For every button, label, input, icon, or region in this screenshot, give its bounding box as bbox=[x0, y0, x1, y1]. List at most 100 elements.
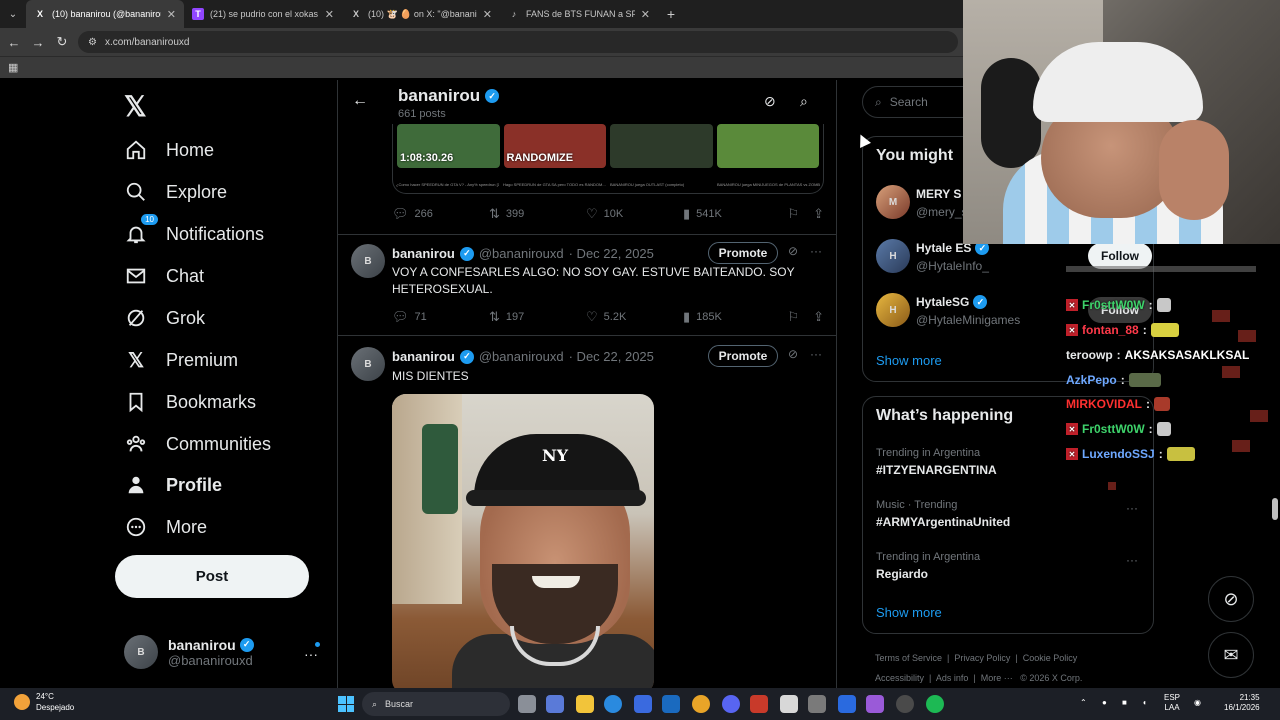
sidebar-item-bookmarks[interactable]: Bookmarks bbox=[124, 383, 256, 421]
sidebar-item-more[interactable]: More bbox=[124, 508, 207, 546]
task-view-icon[interactable] bbox=[518, 695, 536, 713]
bookmark-icon[interactable]: ⚐ bbox=[787, 206, 799, 222]
clock[interactable]: 21:35 16/1/2026 bbox=[1224, 693, 1260, 713]
weather-widget[interactable]: 24°C Despejado bbox=[14, 691, 74, 713]
grok-icon[interactable]: ⊘ bbox=[764, 93, 776, 110]
trend-item[interactable]: Trending in Argentina Regiardo ··· bbox=[876, 551, 1146, 581]
forward-icon[interactable]: → bbox=[30, 34, 46, 50]
app-icon[interactable] bbox=[866, 695, 884, 713]
video-thumbnail[interactable]: RANDOMIZE bbox=[503, 124, 606, 168]
video-thumbnail[interactable]: 1:08:30.26 bbox=[397, 124, 500, 168]
close-tab-icon[interactable]: ✕ bbox=[325, 8, 334, 21]
more-icon[interactable]: ··· bbox=[1126, 553, 1138, 567]
post-author-handle[interactable]: @bananirouxd bbox=[479, 246, 564, 261]
repost-button[interactable]: ⇅ 399 bbox=[489, 206, 586, 222]
post-button[interactable]: Post bbox=[115, 555, 309, 598]
promote-button[interactable]: Promote bbox=[708, 345, 778, 367]
footer-link[interactable]: Privacy Policy bbox=[954, 653, 1010, 663]
sidebar-item-explore[interactable]: Explore bbox=[124, 173, 227, 211]
avatar[interactable]: B bbox=[351, 347, 385, 381]
chrome-icon[interactable] bbox=[692, 695, 710, 713]
close-tab-icon[interactable]: ✕ bbox=[641, 8, 650, 21]
bookmark-icon[interactable]: ⚐ bbox=[787, 309, 799, 325]
sidebar-item-notifications[interactable]: 10 Notifications bbox=[124, 214, 264, 253]
app-icon[interactable] bbox=[808, 695, 826, 713]
video-thumbnail[interactable] bbox=[610, 124, 713, 168]
notepad-icon[interactable] bbox=[780, 695, 798, 713]
browser-tab-3[interactable]: ♪ FANS de BTS FUNAN a SPREEN ✕ bbox=[500, 0, 658, 28]
app-icon[interactable] bbox=[838, 695, 856, 713]
outlook-icon[interactable] bbox=[662, 695, 680, 713]
post-date[interactable]: · Dec 22, 2025 bbox=[569, 246, 654, 261]
post-photo[interactable]: NY bbox=[392, 394, 654, 688]
store-icon[interactable] bbox=[634, 695, 652, 713]
edge-icon[interactable] bbox=[604, 695, 622, 713]
close-tab-icon[interactable]: ✕ bbox=[483, 8, 492, 21]
grok-icon[interactable]: ⊘ bbox=[788, 244, 798, 258]
browser-tab-2[interactable]: X (10) 🐮 🥚 on X: "@bananirou ✕ bbox=[342, 0, 500, 28]
sidebar-item-profile[interactable]: Profile bbox=[124, 466, 222, 504]
reply-button[interactable]: 💬︎ 266 bbox=[392, 206, 489, 222]
post[interactable]: B bananirou ✓ @bananirouxd · Dec 22, 202… bbox=[338, 345, 836, 688]
avatar[interactable]: B bbox=[351, 244, 385, 278]
tray-chevron-icon[interactable]: ⌃ bbox=[1080, 698, 1087, 708]
share-icon[interactable]: ⇪ bbox=[813, 206, 824, 222]
site-info-icon[interactable]: ⚙ bbox=[88, 37, 97, 48]
new-tab-button[interactable]: + bbox=[658, 6, 684, 22]
video-thumbnail[interactable] bbox=[716, 124, 819, 168]
sidebar-item-communities[interactable]: Communities bbox=[124, 425, 271, 463]
post-date[interactable]: · Dec 22, 2025 bbox=[569, 349, 654, 364]
trend-item[interactable]: Music · Trending #ARMYArgentinaUnited ··… bbox=[876, 499, 1146, 529]
tab-search-button[interactable]: ⌄ bbox=[0, 0, 26, 28]
grok-icon[interactable]: ⊘ bbox=[788, 347, 798, 361]
windows-start-icon[interactable] bbox=[338, 696, 354, 712]
more-icon[interactable]: ··· bbox=[1126, 501, 1138, 515]
x-logo-icon[interactable]: 𝕏 bbox=[124, 90, 147, 123]
network-icon[interactable]: ◉ bbox=[1194, 698, 1201, 708]
app-icon[interactable] bbox=[750, 695, 768, 713]
account-switcher[interactable]: B bananirou ✓ @bananirouxd ··· bbox=[124, 632, 324, 672]
like-button[interactable]: ♡ 10K bbox=[586, 206, 683, 222]
taskbar-search[interactable]: ⌕ Buscar bbox=[362, 692, 510, 716]
views-button[interactable]: ▮ 541K bbox=[683, 206, 780, 222]
search-icon[interactable]: ⌕ bbox=[800, 93, 808, 110]
tray-app-icon[interactable]: ■ bbox=[1122, 698, 1127, 708]
post-author-handle[interactable]: @bananirouxd bbox=[479, 349, 564, 364]
tray-app-icon[interactable]: ● bbox=[1102, 698, 1107, 708]
more-icon[interactable]: ··· bbox=[304, 646, 318, 662]
messages-float-button[interactable]: ✉ bbox=[1208, 632, 1254, 678]
browser-tab-0[interactable]: X (10) bananirou (@bananirouxd) ✕ bbox=[26, 0, 184, 28]
back-icon[interactable]: ← bbox=[6, 34, 22, 50]
language-indicator[interactable]: ESP LAA bbox=[1164, 693, 1180, 713]
reload-icon[interactable]: ↻ bbox=[54, 34, 70, 50]
post-author-name[interactable]: bananirou bbox=[392, 246, 455, 261]
microphone-icon[interactable]: ◖ bbox=[1142, 698, 1147, 708]
more-icon[interactable]: ··· bbox=[810, 244, 822, 258]
sidebar-item-grok[interactable]: Grok bbox=[124, 299, 205, 337]
obs-icon[interactable] bbox=[896, 695, 914, 713]
url-field[interactable]: ⚙ x.com/bananirouxd bbox=[78, 31, 958, 53]
scrollbar[interactable] bbox=[1270, 80, 1280, 688]
file-explorer-icon[interactable] bbox=[576, 695, 594, 713]
sidebar-item-chat[interactable]: Chat bbox=[124, 257, 204, 295]
more-icon[interactable]: ··· bbox=[810, 347, 822, 361]
show-more-link[interactable]: Show more bbox=[876, 353, 942, 368]
promote-button[interactable]: Promote bbox=[708, 242, 778, 264]
copilot-icon[interactable] bbox=[546, 695, 564, 713]
footer-link[interactable]: Ads info bbox=[936, 673, 969, 683]
discord-icon[interactable] bbox=[722, 695, 740, 713]
footer-link[interactable]: More ··· bbox=[981, 673, 1013, 683]
reply-button[interactable]: 💬︎ 71 bbox=[392, 309, 489, 325]
like-button[interactable]: ♡ 5.2K bbox=[586, 309, 683, 325]
apps-grid-icon[interactable]: ▦ bbox=[8, 61, 18, 74]
sidebar-item-premium[interactable]: 𝕏 Premium bbox=[124, 341, 238, 379]
footer-link[interactable]: Cookie Policy bbox=[1023, 653, 1078, 663]
browser-tab-1[interactable]: T (21) se pudrio con el xokas - Tw ✕ bbox=[184, 0, 342, 28]
share-icon[interactable]: ⇪ bbox=[813, 309, 824, 325]
repost-button[interactable]: ⇅ 197 bbox=[489, 309, 586, 325]
scrollbar-thumb[interactable] bbox=[1272, 498, 1278, 520]
grok-float-button[interactable]: ⊘ bbox=[1208, 576, 1254, 622]
views-button[interactable]: ▮ 185K bbox=[683, 309, 780, 325]
footer-link[interactable]: Terms of Service bbox=[875, 653, 942, 663]
post-author-name[interactable]: bananirou bbox=[392, 349, 455, 364]
